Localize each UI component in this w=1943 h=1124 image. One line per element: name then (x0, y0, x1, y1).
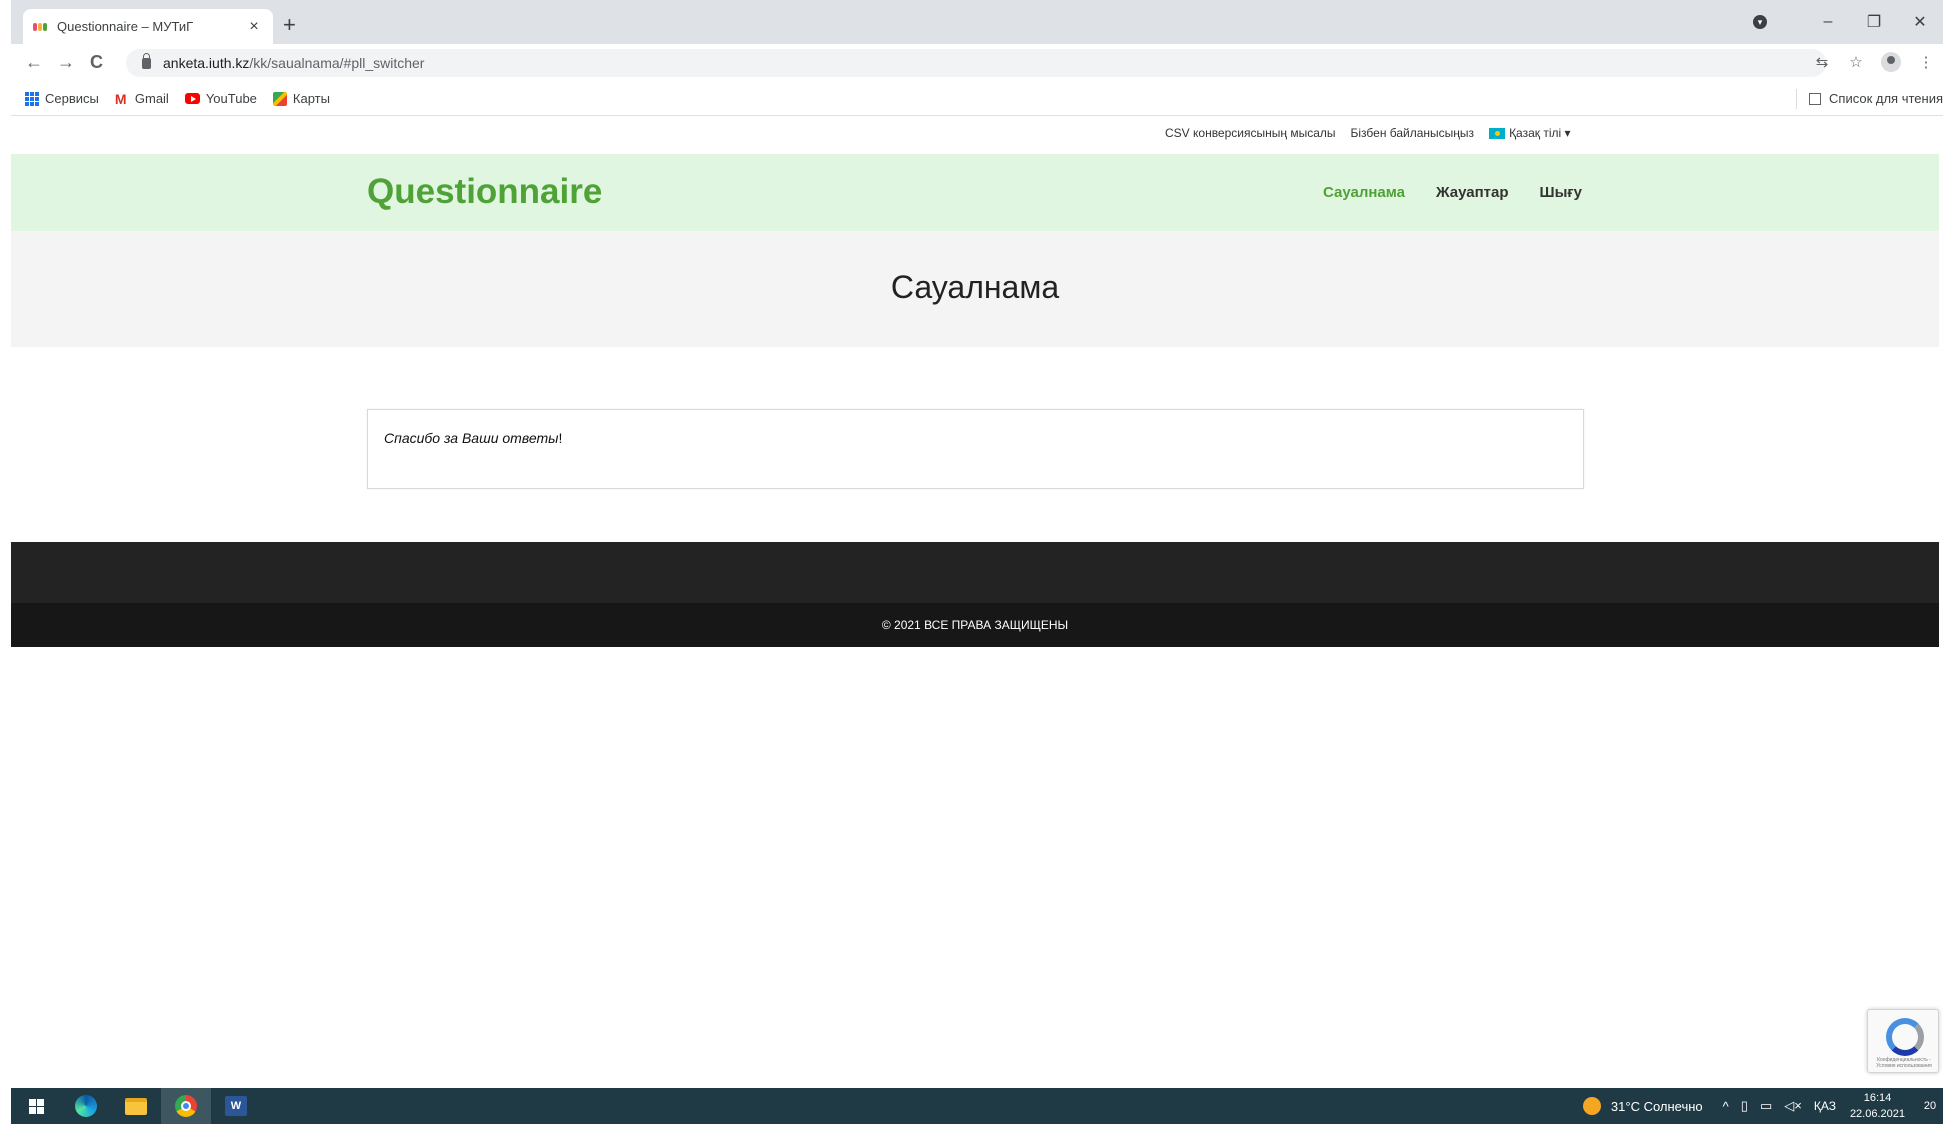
tray-chevron-icon[interactable]: ^ (1723, 1099, 1729, 1114)
chevron-down-icon: ▾ (1564, 126, 1571, 140)
bookmark-gmail[interactable]: M Gmail (115, 91, 169, 106)
window-controls: ▾ – ❐ ✕ (1753, 0, 1943, 44)
bookmark-apps-label: Сервисы (45, 91, 99, 106)
word-icon: W (225, 1096, 247, 1116)
screen: Questionnaire – МУТиГ × + ▾ – ❐ ✕ ← → C … (0, 0, 1943, 1124)
notification-center-icon[interactable]: 20 (1917, 1088, 1943, 1124)
input-language[interactable]: ҚАЗ (1814, 1099, 1836, 1113)
footer-copyright: © 2021 ВСЕ ПРАВА ЗАЩИЩЕНЫ (11, 603, 1939, 647)
browser-tab[interactable]: Questionnaire – МУТиГ × (23, 9, 273, 44)
volume-muted-icon[interactable]: ◁× (1784, 1098, 1802, 1114)
nav-survey[interactable]: Сауалнама (1323, 184, 1405, 201)
bookmark-youtube-label: YouTube (205, 91, 257, 106)
network-icon[interactable]: ▭ (1760, 1098, 1772, 1114)
clock-time: 16:14 (1863, 1092, 1892, 1104)
bookmarks-bar: Сервисы M Gmail YouTube Карты Список для… (11, 82, 1943, 116)
tab-close-icon[interactable]: × (245, 18, 263, 36)
contact-link[interactable]: Бізбен байланысыңыз (1351, 126, 1475, 140)
bookmark-star-icon[interactable]: ☆ (1847, 53, 1865, 71)
address-bar[interactable]: anketa.iuth.kz/kk/saualnama/#pll_switche… (126, 49, 1826, 77)
reading-list-label: Список для чтения (1829, 91, 1943, 106)
thank-you-punct: ! (558, 430, 563, 446)
youtube-icon (184, 93, 200, 104)
chrome-icon (175, 1095, 197, 1117)
tab-title: Questionnaire – МУТиГ (57, 19, 194, 34)
recaptcha-badge[interactable]: Конфиденциальность - Условия использован… (1867, 1009, 1939, 1073)
page-hero: Сауалнама (11, 231, 1939, 347)
reload-button[interactable]: C (90, 52, 103, 73)
clock-date: 22.06.2021 (1849, 1108, 1905, 1120)
csv-example-link[interactable]: CSV конверсиясының мысалы (1165, 126, 1336, 140)
taskbar-explorer[interactable] (111, 1088, 161, 1124)
reading-list-icon (1809, 92, 1822, 105)
weather-text[interactable]: 31°C Солнечно (1611, 1099, 1703, 1114)
taskbar-word[interactable]: W (211, 1088, 261, 1124)
browser-toolbar: ← → C anketa.iuth.kz/kk/saualnama/#pll_s… (11, 44, 1943, 82)
page-title: Сауалнама (890, 269, 1060, 305)
nav-logout[interactable]: Шығу (1540, 184, 1582, 201)
recaptcha-text[interactable]: Конфиденциальность - Условия использован… (1872, 1057, 1936, 1069)
page-content: Спасибо за Ваши ответы! (11, 347, 1939, 542)
forward-button[interactable]: → (57, 52, 75, 73)
bookmark-apps[interactable]: Сервисы (25, 91, 99, 106)
left-bezel (0, 0, 11, 1124)
browser-tab-bar: Questionnaire – МУТиГ × + ▾ – ❐ ✕ (11, 0, 1943, 44)
message-card: Спасибо за Ваши ответы! (367, 409, 1584, 489)
taskbar-edge[interactable] (61, 1088, 111, 1124)
url-path: /kk/saualnama/#pll_switcher (249, 55, 425, 71)
back-button[interactable]: ← (25, 52, 43, 73)
footer-top (11, 542, 1939, 603)
bookmark-gmail-label: Gmail (134, 91, 169, 106)
url-host: anketa.iuth.kz (163, 55, 250, 71)
restore-button[interactable]: ❐ (1851, 12, 1897, 32)
reading-list-button[interactable]: Список для чтения (1796, 88, 1943, 109)
site-favicon-icon (33, 21, 49, 33)
folder-icon (125, 1097, 147, 1115)
thank-you-message: Спасибо за Ваши ответы! (384, 430, 1567, 446)
bookmark-youtube[interactable]: YouTube (184, 91, 257, 106)
site-logo[interactable]: Questionnaire (367, 172, 602, 212)
weather-sun-icon[interactable] (1582, 1097, 1601, 1115)
notification-count: 20 (1923, 1100, 1937, 1112)
nav-answers[interactable]: Жауаптар (1436, 184, 1508, 201)
lock-icon[interactable] (142, 52, 151, 69)
edge-icon (75, 1095, 97, 1117)
thank-you-text: Спасибо за Ваши ответы (384, 430, 559, 446)
site-header: Questionnaire Сауалнама Жауаптар Шығу (11, 154, 1939, 231)
url-text: anketa.iuth.kz/kk/saualnama/#pll_switche… (163, 55, 424, 71)
start-button[interactable] (11, 1088, 61, 1124)
windows-taskbar: W 31°C Солнечно ^ ▯ ▭ ◁× ҚАЗ 16:14 22.06… (11, 1088, 1943, 1124)
topbar-links: CSV конверсиясының мысалы Бізбен байланы… (1165, 126, 1571, 140)
translate-icon[interactable]: ⇆ (1813, 53, 1831, 71)
toolbar-actions: ⇆ ☆ ⋮ (1813, 52, 1943, 72)
clock[interactable]: 16:14 22.06.2021 (1850, 1090, 1905, 1122)
windows-logo-icon (28, 1098, 44, 1114)
site-topbar: CSV конверсиясының мысалы Бізбен байланы… (11, 117, 1939, 154)
main-nav: Сауалнама Жауаптар Шығу (1323, 184, 1582, 201)
recaptcha-icon (1886, 1018, 1924, 1056)
battery-icon[interactable]: ▯ (1741, 1098, 1748, 1114)
gmail-icon: M (114, 90, 127, 107)
tab-search-icon[interactable]: ▾ (1753, 15, 1767, 29)
close-window-button[interactable]: ✕ (1897, 12, 1943, 32)
apps-grid-icon (25, 91, 39, 106)
language-switcher[interactable]: Қазақ тілі ▾ (1489, 126, 1571, 140)
profile-avatar-icon[interactable] (1881, 52, 1901, 72)
taskbar-chrome[interactable] (161, 1088, 211, 1124)
new-tab-button[interactable]: + (283, 12, 296, 38)
language-label: Қазақ тілі (1509, 126, 1562, 140)
maps-icon (272, 91, 287, 106)
website: CSV конверсиясының мысалы Бізбен байланы… (11, 117, 1939, 647)
kazakhstan-flag-icon (1489, 128, 1506, 140)
minimize-button[interactable]: – (1805, 13, 1851, 31)
bookmark-maps[interactable]: Карты (272, 91, 330, 106)
bookmark-maps-label: Карты (292, 91, 330, 106)
system-tray: 31°C Солнечно ^ ▯ ▭ ◁× ҚАЗ 16:14 22.06.2… (1582, 1088, 1943, 1124)
chrome-menu-icon[interactable]: ⋮ (1917, 53, 1935, 71)
